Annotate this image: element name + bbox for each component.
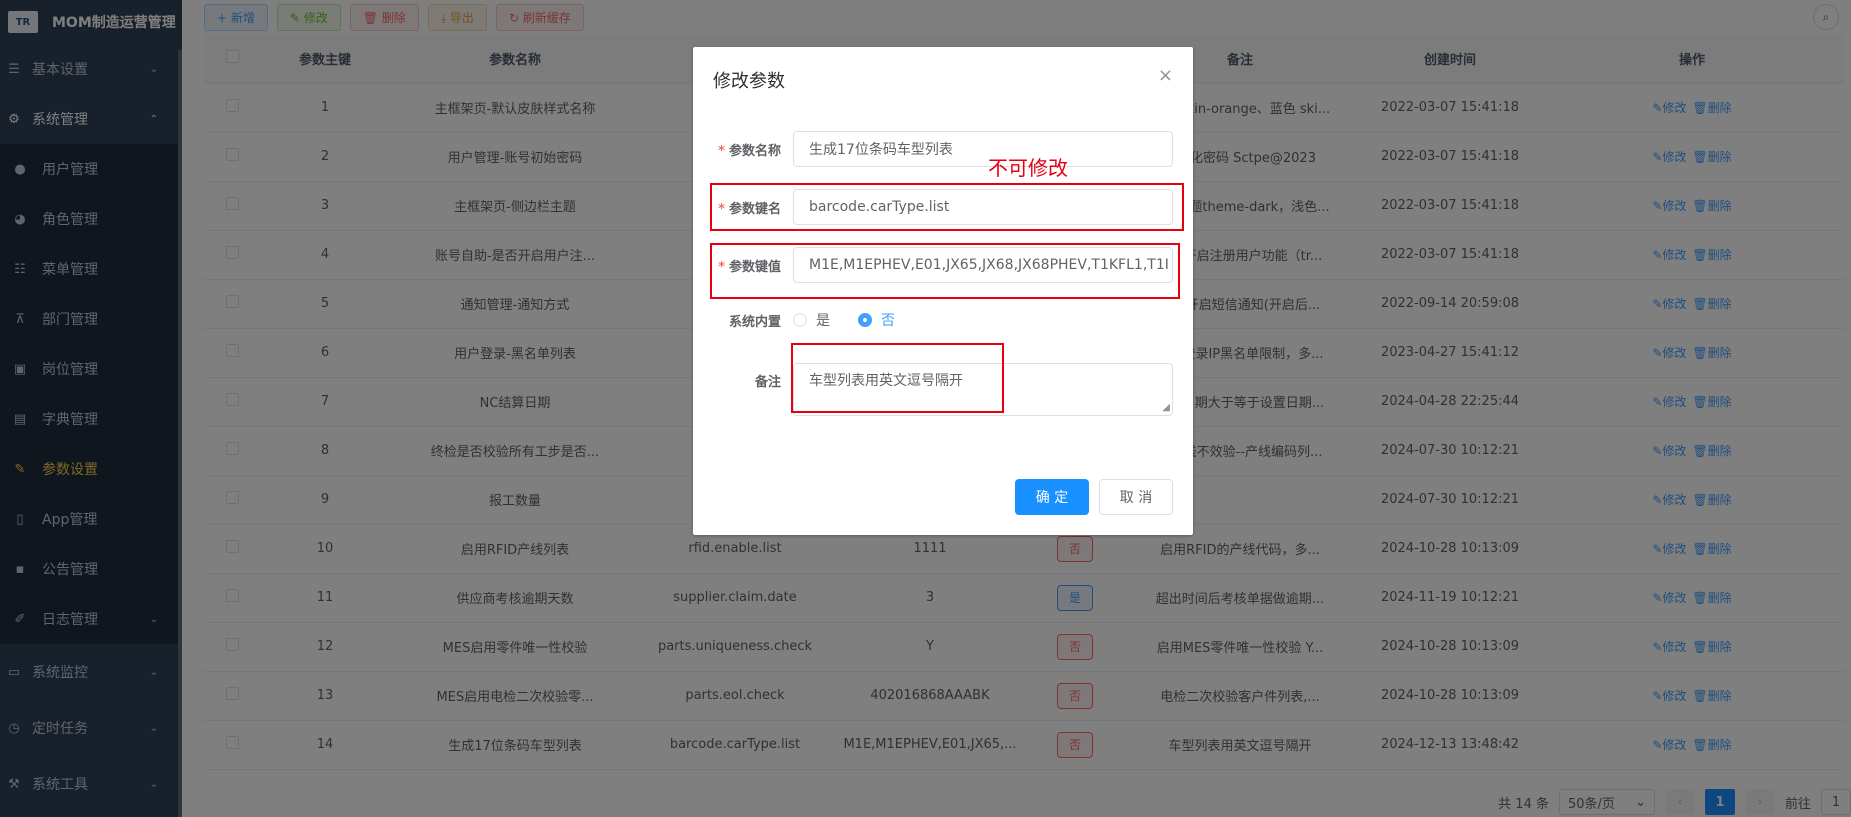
annotation-label: 不可修改 xyxy=(988,156,1068,180)
builtin-radio-no[interactable]: 否 xyxy=(858,310,895,330)
form-row-name: * 参数名称 生成17位条码车型列表 xyxy=(693,131,1193,167)
close-icon[interactable]: × xyxy=(1158,65,1173,86)
radio-circle-icon xyxy=(793,313,807,327)
confirm-button[interactable]: 确 定 xyxy=(1015,479,1089,515)
dialog-title: 修改参数 xyxy=(713,71,785,92)
annotation-box-value xyxy=(710,243,1180,299)
field-label: 备注 xyxy=(754,375,781,390)
resize-handle-icon[interactable]: ◢ xyxy=(1162,402,1170,413)
field-label: 系统内置 xyxy=(728,314,781,330)
radio-label: 是 xyxy=(816,313,830,329)
radio-label: 否 xyxy=(881,313,895,329)
field-label: 参数名称 xyxy=(728,143,781,159)
radio-checked-icon xyxy=(858,313,872,327)
param-name-input[interactable]: 生成17位条码车型列表 xyxy=(793,131,1173,167)
cancel-button[interactable]: 取 消 xyxy=(1099,479,1173,515)
annotation-box-remark xyxy=(791,343,1004,413)
builtin-radio-yes[interactable]: 是 xyxy=(793,310,830,330)
form-row-builtin: 系统内置 是 否 xyxy=(693,305,1193,335)
annotation-box-key xyxy=(710,183,1184,231)
required-mark: * xyxy=(718,143,725,159)
